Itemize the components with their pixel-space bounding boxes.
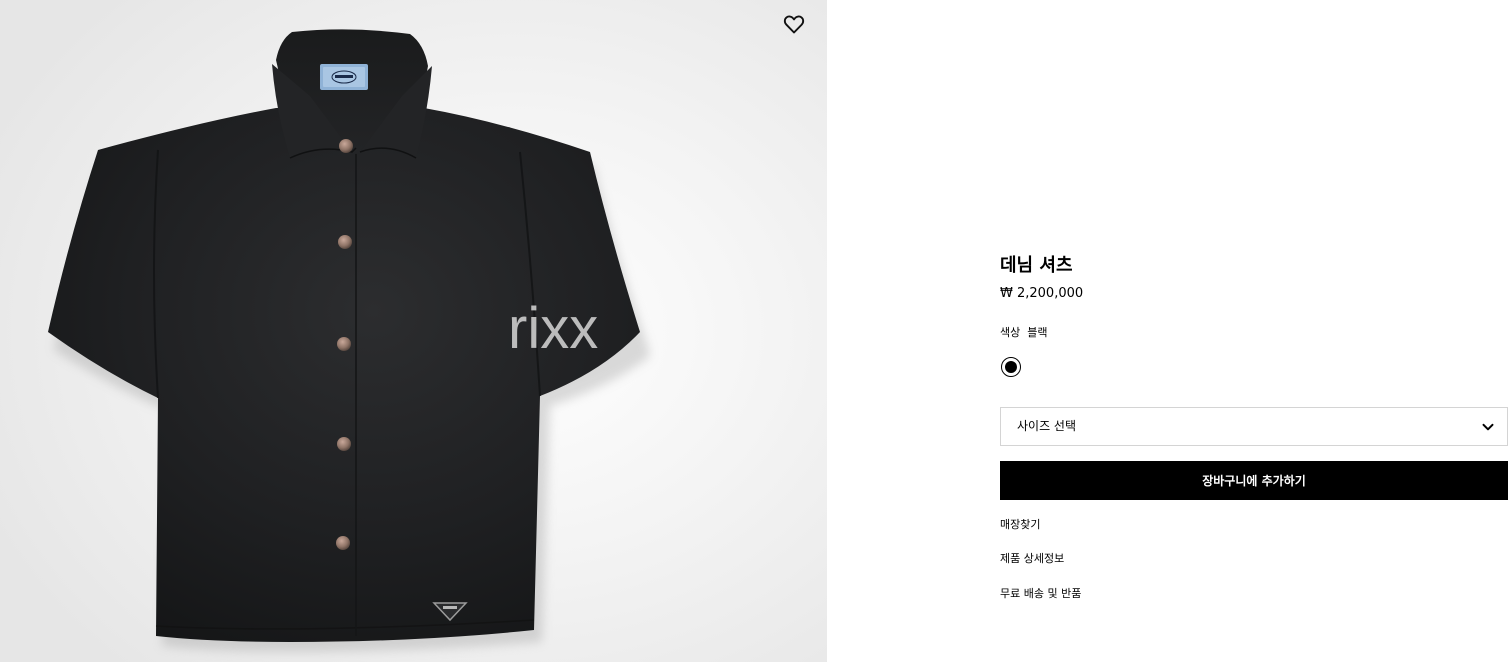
chevron-down-icon <box>1482 423 1494 431</box>
size-select-label: 사이즈 선택 <box>1017 419 1077 433</box>
swatch-fill <box>1004 360 1017 373</box>
product-gallery: rixx <box>0 0 827 662</box>
watermark: rixx <box>508 296 599 361</box>
shipping-returns-link[interactable]: 무료 배송 및 반품 <box>1000 587 1081 601</box>
color-swatch-black[interactable] <box>1001 357 1021 377</box>
product-info-panel: 데님 셔츠 ₩ 2,200,000 색상 블랙 사이즈 선택 장바구니에 추가하기… <box>1000 0 1508 662</box>
product-image <box>0 0 827 662</box>
add-to-cart-button[interactable]: 장바구니에 추가하기 <box>1000 461 1508 500</box>
product-title: 데님 셔츠 <box>1000 255 1073 276</box>
product-price: ₩ 2,200,000 <box>1000 286 1084 301</box>
store-locator-link[interactable]: 매장찾기 <box>1000 518 1040 532</box>
heart-outline-icon <box>783 15 805 34</box>
color-info: 색상 블랙 <box>1000 326 1048 340</box>
size-select-dropdown[interactable]: 사이즈 선택 <box>1000 407 1508 446</box>
wishlist-button[interactable] <box>782 12 806 36</box>
color-label: 색상 <box>1000 326 1021 339</box>
product-details-link[interactable]: 제품 상세정보 <box>1000 552 1064 566</box>
color-value: 블랙 <box>1027 326 1048 339</box>
